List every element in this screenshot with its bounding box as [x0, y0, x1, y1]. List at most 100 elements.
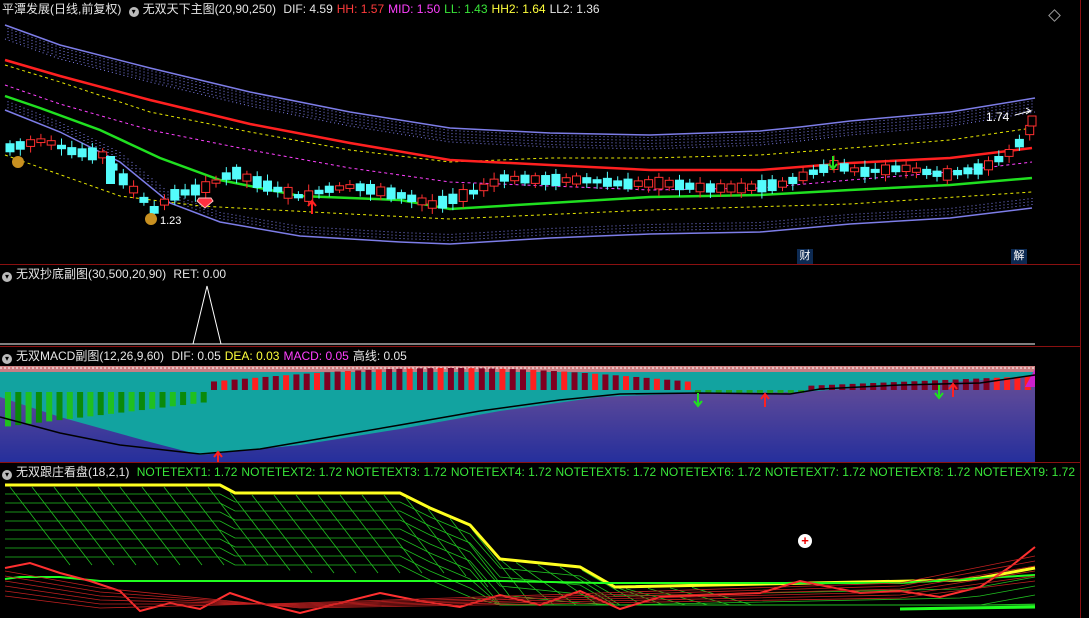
macd-bar	[530, 369, 537, 390]
candle-body	[613, 180, 623, 187]
indicator-value: NOTETEXT8: 1.72	[869, 465, 971, 479]
macd-pane[interactable]: ▾ 无双MACD副图(12,26,9,60) DIF: 0.05 DEA: 0.03…	[0, 347, 1080, 462]
net-diagonal	[449, 518, 511, 597]
macd-bar	[643, 377, 650, 390]
indicator-value: NOTETEXT3: 1.72	[346, 465, 447, 479]
candle-body	[139, 196, 149, 203]
indicator-value: RET: 0.00	[173, 267, 227, 281]
unlock-badge[interactable]: 解	[1011, 249, 1027, 264]
ret-spike	[192, 285, 222, 345]
main-chart-pane[interactable]: 平潭发展(日线,前复权) ▾ 无双天下主图(20,90,250) DIF: 4.5…	[0, 0, 1080, 264]
candle-body	[448, 193, 458, 205]
main-indicator-name[interactable]: 无双天下主图(20,90,250)	[143, 2, 276, 16]
sub2-indicator-values: DIF: 0.05 DEA: 0.03 MACD: 0.05 高线: 0.05	[171, 349, 410, 363]
candle-body	[654, 176, 664, 190]
sub3-indicator-name[interactable]: 无双跟庄看盘(18,2,1)	[16, 465, 129, 479]
macd-bar	[241, 378, 248, 390]
macd-bar	[684, 381, 691, 390]
sub2-header: ▾ 无双MACD副图(12,26,9,60) DIF: 0.05 DEA: 0.03…	[2, 348, 415, 364]
dealer-tracking-canvas[interactable]	[0, 463, 1080, 618]
candle-body	[438, 195, 448, 209]
macd-bar	[623, 376, 629, 390]
macd-bar	[942, 379, 949, 390]
net-diagonal	[53, 486, 115, 566]
macd-bar	[87, 392, 94, 417]
green-bottom-line	[899, 605, 1036, 611]
crosshair-plus-icon[interactable]: +	[798, 534, 812, 548]
macd-canvas[interactable]	[0, 347, 1080, 462]
macd-bar	[973, 378, 980, 390]
finance-badge[interactable]: 财	[797, 249, 813, 264]
candle-body	[87, 147, 97, 161]
net-diagonal	[9, 486, 71, 566]
indicator-value: NOTETEXT1: 1.72	[136, 465, 238, 479]
macd-bar	[149, 392, 156, 409]
macd-bar	[334, 371, 341, 390]
macd-bar	[344, 370, 351, 390]
macd-bar	[417, 368, 423, 390]
money-bag-icon	[145, 213, 157, 225]
candle-body	[572, 175, 581, 185]
macd-bar	[180, 392, 187, 406]
indicator-value: NOTETEXT9: 1.72	[974, 465, 1076, 479]
candle-body	[5, 143, 15, 153]
candle-body	[427, 200, 437, 209]
candle-body	[469, 189, 478, 195]
indicator-value: LL: 1.43	[444, 2, 488, 16]
macd-bar	[612, 375, 619, 390]
candle-body	[561, 177, 571, 183]
macd-bar	[138, 392, 145, 411]
macd-bar	[169, 392, 176, 407]
macd-bar	[962, 379, 969, 390]
candle-body	[263, 180, 272, 192]
candle-body	[695, 182, 705, 193]
macd-bar	[365, 369, 372, 390]
candle-body	[149, 205, 159, 214]
candle-body	[520, 174, 530, 184]
sub2-indicator-name[interactable]: 无双MACD副图(12,26,9,60)	[16, 349, 164, 363]
candle-body	[819, 164, 829, 173]
candle-body	[881, 164, 890, 176]
candle-body	[304, 190, 314, 202]
sub3-note-values: NOTETEXT1: 1.72 NOTETEXT2: 1.72 NOTETEXT3:…	[137, 465, 1080, 479]
indicator-value: LL2: 1.36	[549, 2, 600, 16]
macd-bar	[911, 381, 918, 390]
dealer-tracking-pane[interactable]: ▾ 无双跟庄看盘(18,2,1) NOTETEXT1: 1.72 NOTETEXT2…	[0, 463, 1080, 618]
main-indicator-values: DIF: 4.59 HH: 1.57 MID: 1.50 LL: 1.43 HH2: 1…	[283, 2, 603, 16]
bottom-fishing-pane[interactable]: ▾ 无双抄底副图(30,500,20,90) RET: 0.00	[0, 265, 1080, 346]
macd-bar	[66, 392, 73, 419]
sub1-indicator-name[interactable]: 无双抄底副图(30,500,20,90)	[16, 267, 166, 281]
macd-bar	[901, 381, 908, 390]
indicator-settings-icon[interactable]: ▾	[2, 354, 12, 364]
indicator-value: 高线: 0.05	[352, 349, 407, 363]
candle-body	[252, 176, 262, 188]
candle-body	[355, 183, 365, 192]
indicator-value: N	[1079, 465, 1080, 479]
net-diagonal	[295, 494, 357, 574]
candle-body	[582, 177, 592, 184]
indicator-value: NOTETEXT6: 1.72	[660, 465, 761, 479]
macd-bar	[581, 372, 588, 390]
sub1-indicator-values: RET: 0.00	[173, 267, 230, 281]
macd-bar	[509, 369, 516, 390]
indicator-settings-icon[interactable]: ▾	[2, 272, 12, 282]
macd-bar	[272, 376, 279, 390]
macd-bar	[200, 392, 207, 403]
hh2-line	[4, 64, 1033, 163]
candle-body	[963, 167, 973, 175]
candle-body	[644, 179, 654, 188]
candle-body	[129, 185, 139, 194]
macd-bar	[35, 392, 42, 423]
hh-line	[4, 58, 1033, 172]
macd-bar	[437, 368, 444, 390]
candle-body	[808, 169, 818, 175]
candle-body	[901, 164, 911, 173]
net-diagonal	[185, 486, 247, 566]
candle-body	[293, 194, 303, 199]
indicator-settings-icon[interactable]: ▾	[128, 7, 139, 17]
candle-body	[98, 151, 108, 159]
candle-body	[170, 189, 180, 201]
candle-body	[479, 183, 489, 192]
indicator-settings-icon[interactable]: ▾	[2, 470, 12, 480]
candle-body	[1004, 148, 1014, 157]
